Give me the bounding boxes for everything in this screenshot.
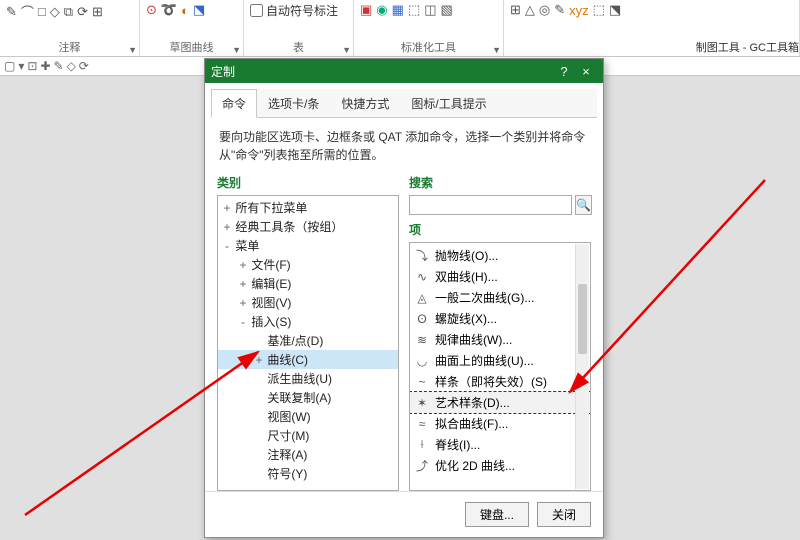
category-label: 类别 xyxy=(217,174,399,191)
list-item[interactable]: ◬ 一般二次曲线(G)... xyxy=(410,287,590,308)
list-item[interactable]: ≈ 拟合曲线(F)... xyxy=(410,413,590,434)
keyboard-button[interactable]: 键盘... xyxy=(465,502,529,527)
tree-node[interactable]: 基准/点(D) xyxy=(218,331,398,350)
autolabel-text: 自动符号标注 xyxy=(266,2,338,19)
tree-node[interactable]: + 曲线(C) xyxy=(218,350,398,369)
ribbon-group-autolabel: 自动符号标注 表 ▼ xyxy=(244,0,354,56)
tree-node[interactable]: + 所有下拉菜单 xyxy=(218,198,398,217)
items-list[interactable]: ⤵ 抛物线(O)... ∿ 双曲线(H)... ◬ 一般二次曲线(G)... ʘ 螺旋线(X)… xyxy=(409,242,591,491)
toolbar-icon[interactable]: ▢ xyxy=(4,59,15,73)
ribbon-group-misc: ⊞△◎✎xyz⬚⬔ 制图工具 - GC工具箱 xyxy=(504,0,800,56)
tab-commands[interactable]: 命令 xyxy=(211,89,257,118)
list-item[interactable]: ✶ 艺术样条(D)... xyxy=(410,392,590,413)
chevron-down-icon[interactable]: ▼ xyxy=(342,45,351,55)
item-icon: ~ xyxy=(414,374,430,390)
item-icon: ⤵ xyxy=(414,248,430,264)
item-icon: ∿ xyxy=(414,269,430,285)
item-label: 双曲线(H)... xyxy=(435,268,498,285)
tree-node[interactable]: + 经典工具条（按组） xyxy=(218,217,398,236)
ribbon-icons: ✎⌒□◇⧉⟳⊞ xyxy=(6,2,133,21)
help-button[interactable]: ? xyxy=(553,64,575,79)
toolbar-icon[interactable]: ⟳ xyxy=(79,59,89,73)
item-label: 拟合曲线(F)... xyxy=(435,415,508,432)
ribbon-group-std: ▣◉▦⬚◫▧ 标准化工具 ▼ xyxy=(354,0,504,56)
item-icon: ⤴ xyxy=(414,458,430,474)
item-label: 艺术样条(D)... xyxy=(435,394,510,411)
tree-node[interactable]: 关联复制(A) xyxy=(218,388,398,407)
list-item[interactable]: ≋ 规律曲线(W)... xyxy=(410,329,590,350)
search-label: 搜索 xyxy=(409,174,591,191)
list-item[interactable]: ◡ 曲面上的曲线(U)... xyxy=(410,350,590,371)
tab-shortcuts[interactable]: 快捷方式 xyxy=(330,89,400,117)
toolbar-icon[interactable]: ⊡ xyxy=(27,59,37,73)
scroll-thumb[interactable] xyxy=(578,284,587,354)
item-label: 曲面上的曲线(U)... xyxy=(435,352,534,369)
item-label: 抛物线(O)... xyxy=(435,247,498,264)
tree-node[interactable]: + 文件(F) xyxy=(218,255,398,274)
category-tree[interactable]: + 所有下拉菜单+ 经典工具条（按组）- 菜单+ 文件(F)+ 编辑(E)+ 视… xyxy=(217,195,399,491)
item-icon: ʘ xyxy=(414,311,430,327)
tree-node[interactable]: + 视图(V) xyxy=(218,293,398,312)
item-icon: ≋ xyxy=(414,332,430,348)
dialog-tabs: 命令 选项卡/条 快捷方式 图标/工具提示 xyxy=(211,89,597,118)
search-input[interactable] xyxy=(409,195,572,215)
group-label: 草图曲线 xyxy=(140,39,243,55)
tree-node[interactable]: 视图(W) xyxy=(218,407,398,426)
tree-node[interactable]: 派生曲线(U) xyxy=(218,369,398,388)
list-item[interactable]: ⤴ 优化 2D 曲线... xyxy=(410,455,590,476)
dialog-title: 定制 xyxy=(211,63,553,80)
items-column: 搜索 🔍 项 ⤵ 抛物线(O)... ∿ 双曲线(H)... ◬ 一般二次曲线(G)...… xyxy=(409,174,591,491)
chevron-down-icon[interactable]: ▼ xyxy=(492,45,501,55)
item-label: 脊线(I)... xyxy=(435,436,480,453)
autolabel-checkbox[interactable]: 自动符号标注 xyxy=(250,2,347,19)
item-icon: ◡ xyxy=(414,353,430,369)
close-button[interactable]: 关闭 xyxy=(537,502,591,527)
group-label: 标准化工具 xyxy=(354,39,503,55)
item-label: 规律曲线(W)... xyxy=(435,331,512,348)
category-column: 类别 + 所有下拉菜单+ 经典工具条（按组）- 菜单+ 文件(F)+ 编辑(E)… xyxy=(217,174,399,491)
item-label: 优化 2D 曲线... xyxy=(435,457,515,474)
ribbon-icons: ⊞△◎✎xyz⬚⬔ xyxy=(510,2,793,18)
list-item[interactable]: ʘ 螺旋线(X)... xyxy=(410,308,590,329)
tree-node[interactable]: 尺寸(M) xyxy=(218,426,398,445)
chevron-down-icon[interactable]: ▼ xyxy=(128,45,137,55)
ribbon-group-annotate: ✎⌒□◇⧉⟳⊞ 注释 ▼ xyxy=(0,0,140,56)
item-icon: ⟊ xyxy=(414,437,430,453)
tab-icons[interactable]: 图标/工具提示 xyxy=(400,89,497,117)
chevron-down-icon[interactable]: ▼ xyxy=(232,45,241,55)
tree-node[interactable]: 符号(Y) xyxy=(218,464,398,483)
item-icon: ≈ xyxy=(414,416,430,432)
scrollbar[interactable] xyxy=(575,244,589,489)
toolbar-icon[interactable]: ◇ xyxy=(67,59,76,73)
dialog-desc: 要向功能区选项卡、边框条或 QAT 添加命令，选择一个类别并将命令从"命令"列表… xyxy=(205,118,603,174)
tab-tabs[interactable]: 选项卡/条 xyxy=(257,89,330,117)
close-icon[interactable]: × xyxy=(575,64,597,79)
item-label: 螺旋线(X)... xyxy=(435,310,497,327)
toolbar-icon[interactable]: ▾ xyxy=(18,59,24,73)
titlebar[interactable]: 定制 ? × xyxy=(205,59,603,83)
list-item[interactable]: ∿ 双曲线(H)... xyxy=(410,266,590,287)
ribbon-group-sketchcurve: ⊙➰◐⬔ 草图曲线 ▼ xyxy=(140,0,244,56)
group-label: 表 xyxy=(244,39,353,55)
group-label: 注释 xyxy=(0,39,139,55)
ribbon-icons: ⊙➰◐⬔ xyxy=(146,2,237,18)
customize-dialog: 定制 ? × 命令 选项卡/条 快捷方式 图标/工具提示 要向功能区选项卡、边框… xyxy=(204,58,604,538)
ribbon-icons: ▣◉▦⬚◫▧ xyxy=(360,2,497,18)
toolbar-icon[interactable]: ✎ xyxy=(54,59,64,73)
tree-node[interactable]: - 菜单 xyxy=(218,236,398,255)
item-label: 一般二次曲线(G)... xyxy=(435,289,534,306)
toolbar-icon[interactable]: ✚ xyxy=(40,59,50,73)
list-item[interactable]: ⟊ 脊线(I)... xyxy=(410,434,590,455)
tree-node[interactable]: + 编辑(E) xyxy=(218,274,398,293)
list-item[interactable]: ⤵ 抛物线(O)... xyxy=(410,245,590,266)
toolbox-label: 制图工具 - GC工具箱 xyxy=(504,39,799,55)
tree-node[interactable]: 注释(A) xyxy=(218,445,398,464)
list-item[interactable]: ~ 样条（即将失效）(S) xyxy=(410,371,590,392)
items-label: 项 xyxy=(409,221,591,238)
search-button[interactable]: 🔍 xyxy=(575,195,592,215)
item-icon: ◬ xyxy=(414,290,430,306)
item-icon: ✶ xyxy=(414,395,430,411)
tree-node[interactable]: - 插入(S) xyxy=(218,312,398,331)
item-label: 样条（即将失效）(S) xyxy=(435,373,547,390)
